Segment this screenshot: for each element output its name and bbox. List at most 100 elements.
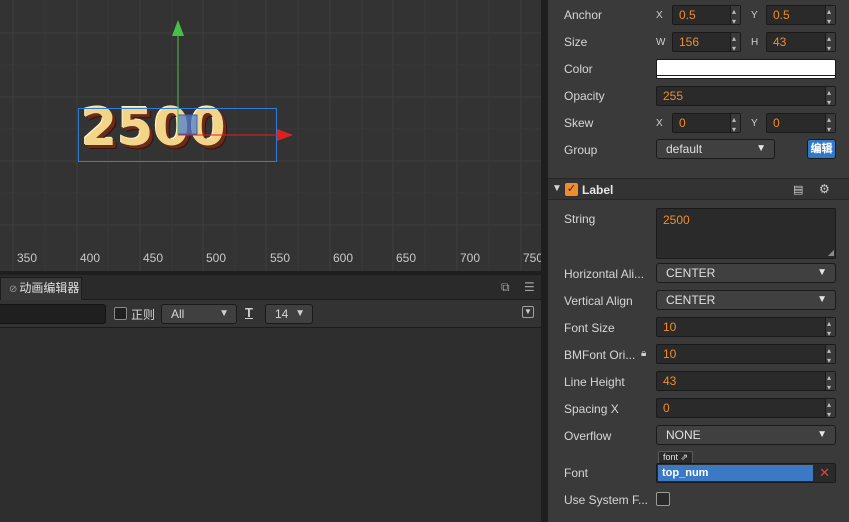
color-picker-swatch[interactable] [656, 59, 836, 79]
clear-icon[interactable]: ✕ [819, 464, 830, 482]
font-size-label: Font Size [564, 321, 615, 335]
skew-x-axis-label: X [656, 118, 663, 129]
spacing-x-input[interactable]: 0 [656, 396, 836, 424]
chevron-down-icon: ▼ [817, 294, 827, 305]
spinner-icon[interactable] [730, 111, 740, 139]
color-label: Color [564, 62, 593, 76]
opacity-input[interactable]: 255 [656, 84, 836, 112]
chevron-down-icon: ▼ [817, 429, 827, 440]
string-textarea[interactable]: 2500 ◢ [656, 208, 836, 259]
anchor-y-input[interactable]: 0.5 [766, 3, 836, 31]
lock-icon: 🔒︎ [641, 348, 647, 359]
spinner-icon[interactable] [825, 30, 835, 58]
overflow-select[interactable]: NONE ▼ [656, 425, 836, 445]
component-title: Label [582, 183, 614, 197]
menu-icon[interactable]: ☰ [524, 280, 535, 294]
anchor-y-axis-label: Y [751, 10, 758, 21]
chevron-down-icon: ▼ [756, 143, 766, 154]
font-asset-field[interactable]: top_num ✕ [656, 463, 836, 483]
gizmo-y-arrow-icon [172, 20, 184, 36]
animation-editor-panel: ⊘ 动画编辑器 ⧉ ☰ 正则 All ▼ T 14 ▼ ▼ [0, 275, 541, 522]
search-input[interactable] [0, 304, 106, 324]
skew-label: Skew [564, 116, 594, 130]
collapse-icon[interactable]: ▼ [522, 306, 534, 318]
overflow-value: NONE [666, 428, 701, 442]
skew-y-input[interactable]: 0 [766, 111, 836, 139]
size-width-input[interactable]: 156 [672, 30, 741, 58]
opacity-label: Opacity [564, 89, 605, 103]
anchor-y-value: 0.5 [773, 8, 790, 22]
horizontal-align-label: Horizontal Ali... [564, 267, 645, 281]
spinner-icon[interactable] [825, 84, 835, 112]
line-height-label: Line Height [564, 375, 625, 389]
spinner-icon[interactable] [730, 3, 740, 31]
font-size-select-value: 14 [275, 307, 289, 321]
vertical-align-label: Vertical Align [564, 294, 633, 308]
group-select[interactable]: default ▼ [656, 139, 775, 159]
string-label: String [564, 212, 596, 226]
horizontal-align-select[interactable]: CENTER ▼ [656, 263, 836, 283]
font-type-tag[interactable]: font ⇗ [658, 451, 694, 463]
spacing-x-value: 0 [663, 401, 670, 415]
size-h-axis-label: H [751, 37, 759, 48]
label-component-header[interactable]: ▼ ✓ Label ▤ ⚙ [548, 178, 849, 200]
gear-icon[interactable]: ⚙ [819, 182, 830, 196]
bmfont-original-size-input[interactable]: 10 [656, 342, 836, 370]
tab-animation-editor[interactable]: ⊘ 动画编辑器 [0, 277, 82, 300]
filter-select-value: All [171, 307, 185, 321]
size-height-value: 43 [773, 35, 787, 49]
size-width-value: 156 [679, 35, 700, 49]
anchor-x-axis-label: X [656, 10, 663, 21]
vertical-splitter[interactable] [541, 0, 548, 522]
regex-checkbox[interactable] [114, 307, 127, 320]
move-gizmo[interactable] [0, 0, 541, 271]
anchor-x-value: 0.5 [679, 8, 696, 22]
use-system-font-label: Use System F... [564, 493, 649, 507]
use-system-font-checkbox[interactable] [656, 492, 670, 506]
collapse-triangle-icon[interactable]: ▼ [552, 183, 562, 194]
bmfont-original-size-label: BMFont Ori... [564, 348, 636, 362]
bmfont-original-size-value: 10 [663, 347, 677, 361]
help-book-icon[interactable]: ▤ [793, 183, 803, 196]
size-w-axis-label: W [656, 37, 666, 48]
component-enabled-checkbox[interactable]: ✓ [565, 183, 578, 196]
anchor-x-input[interactable]: 0.5 [672, 3, 741, 31]
gizmo-x-arrow-icon [277, 129, 293, 141]
group-select-value: default [666, 142, 703, 156]
spinner-icon[interactable] [825, 111, 835, 139]
spinner-icon[interactable] [825, 342, 835, 370]
chevron-down-icon: ▼ [219, 308, 229, 319]
edit-group-button[interactable]: 编辑 [807, 139, 836, 159]
spacing-x-label: Spacing X [564, 402, 619, 416]
spinner-icon[interactable] [825, 315, 835, 343]
filter-select[interactable]: All ▼ [161, 304, 237, 324]
spinner-icon[interactable] [825, 369, 835, 397]
skew-x-value: 0 [679, 116, 686, 130]
resize-grip-icon[interactable]: ◢ [828, 248, 834, 257]
skew-x-input[interactable]: 0 [672, 111, 741, 139]
chevron-down-icon: ▼ [817, 267, 827, 278]
font-asset-value[interactable]: top_num [658, 465, 813, 481]
overflow-label: Overflow [564, 429, 612, 443]
font-size-input[interactable]: 10 [656, 315, 836, 343]
spinner-icon[interactable] [825, 3, 835, 31]
animation-editor-tabbar: ⊘ 动画编辑器 ⧉ ☰ [0, 275, 541, 300]
vertical-align-select[interactable]: CENTER ▼ [656, 290, 836, 310]
font-size-value: 10 [663, 320, 677, 334]
external-link-icon: ⇗ [678, 452, 689, 462]
scene-view[interactable]: 350 400 450 500 550 600 650 700 750 2500 [0, 0, 541, 271]
spinner-icon[interactable] [825, 396, 835, 424]
vertical-align-value: CENTER [666, 293, 716, 307]
font-size-select[interactable]: 14 ▼ [265, 304, 313, 324]
font-size-icon: T [245, 305, 253, 320]
size-height-input[interactable]: 43 [766, 30, 836, 58]
tab-title: 动画编辑器 [19, 281, 80, 295]
skew-y-axis-label: Y [751, 118, 758, 129]
spinner-icon[interactable] [730, 30, 740, 58]
anchor-label: Anchor [564, 8, 603, 22]
skew-y-value: 0 [773, 116, 780, 130]
size-label: Size [564, 35, 588, 49]
popout-icon[interactable]: ⧉ [501, 280, 510, 295]
line-height-input[interactable]: 43 [656, 369, 836, 397]
opacity-value: 255 [663, 89, 684, 103]
